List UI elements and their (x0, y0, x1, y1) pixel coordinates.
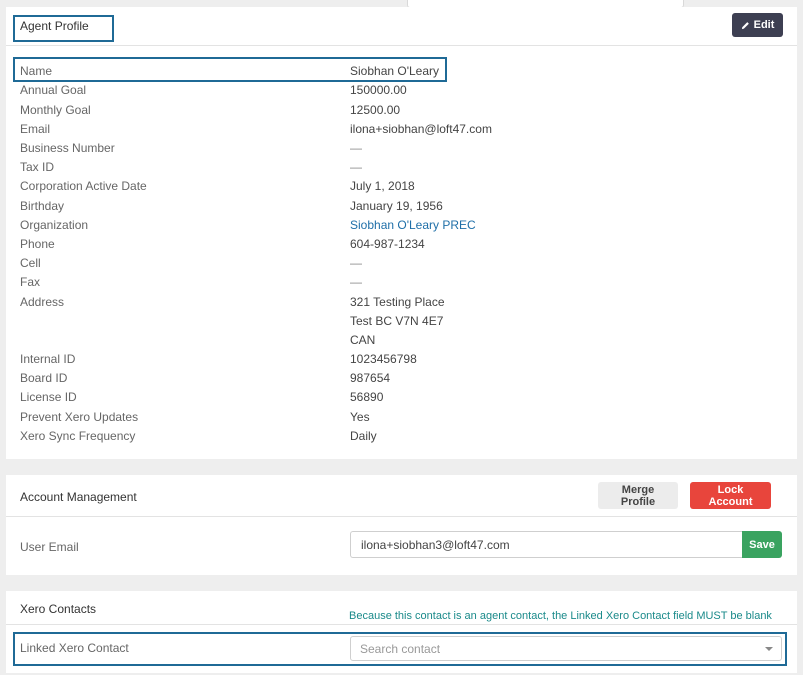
field-row-fax: Fax — (20, 275, 797, 294)
field-row-email: Email ilona+siobhan@loft47.com (20, 122, 797, 141)
field-label: Birthday (20, 199, 65, 213)
field-label: Fax (20, 275, 41, 289)
field-label: Internal ID (20, 352, 76, 366)
pencil-icon (741, 21, 749, 29)
address-line-1: 321 Testing Place (350, 295, 445, 309)
field-label: Corporation Active Date (20, 179, 147, 193)
field-row-phone: Phone 604-987-1234 (20, 237, 797, 256)
xero-contacts-card: Xero Contacts Because this contact is an… (6, 591, 797, 673)
xero-contacts-title: Xero Contacts (20, 602, 97, 616)
field-label: Business Number (20, 141, 115, 155)
field-label: Cell (20, 256, 41, 270)
merge-profile-button[interactable]: Merge Profile (598, 482, 678, 509)
field-value: 987654 (350, 371, 391, 385)
edit-button-label: Edit (753, 19, 775, 31)
field-row-xero-sync-frequency: Xero Sync Frequency Daily (20, 429, 797, 448)
field-value: July 1, 2018 (350, 179, 415, 193)
user-email-input[interactable] (350, 531, 742, 558)
field-label: Xero Sync Frequency (20, 429, 136, 443)
field-label: Email (20, 122, 51, 136)
field-label: Tax ID (20, 160, 55, 174)
divider (6, 624, 797, 625)
organization-link[interactable]: Siobhan O'Leary PREC (350, 218, 476, 232)
field-row-board-id: Board ID 987654 (20, 371, 797, 390)
field-label: Address (20, 295, 65, 309)
chevron-down-icon[interactable] (765, 647, 773, 651)
field-value: 150000.00 (350, 83, 407, 97)
field-row-birthday: Birthday January 19, 1956 (20, 199, 797, 218)
field-row-license-id: License ID 56890 (20, 390, 797, 409)
field-value: 12500.00 (350, 103, 401, 117)
field-value: January 19, 1956 (350, 199, 443, 213)
field-value: 56890 (350, 390, 384, 404)
field-label: Board ID (20, 371, 68, 385)
field-row-annual-goal: Annual Goal 150000.00 (20, 83, 797, 102)
address-line-3: CAN (350, 333, 376, 347)
lock-account-button[interactable]: Lock Account (690, 482, 771, 509)
field-label: License ID (20, 390, 77, 404)
field-label: Monthly Goal (20, 103, 91, 117)
divider (6, 516, 797, 517)
linked-contact-notice: Because this contact is an agent contact… (349, 610, 772, 622)
field-value: — (350, 141, 362, 155)
field-row-name: Name Siobhan O'Leary (20, 64, 797, 83)
search-contact-placeholder: Search contact (360, 642, 441, 656)
field-row-address: Address 321 Testing Place Test BC V7N 4E… (20, 295, 797, 353)
field-value: 1023456798 (350, 352, 417, 366)
field-label: Annual Goal (20, 83, 87, 97)
field-value: — (350, 275, 362, 289)
field-row-cell: Cell — (20, 256, 797, 275)
edit-button[interactable]: Edit (732, 13, 783, 37)
account-management-card: Account Management Merge Profile Lock Ac… (6, 475, 797, 575)
account-management-title: Account Management (20, 490, 137, 504)
field-row-organization: Organization Siobhan O'Leary PREC (20, 218, 797, 237)
field-value: Siobhan O'Leary (350, 64, 440, 78)
linked-xero-contact-select[interactable]: Search contact (350, 636, 782, 661)
field-row-tax-id: Tax ID — (20, 160, 797, 179)
field-value: — (350, 256, 362, 270)
field-row-corporation-active-date: Corporation Active Date July 1, 2018 (20, 179, 797, 198)
field-row-business-number: Business Number — (20, 141, 797, 160)
divider (6, 45, 797, 46)
field-value: 604-987-1234 (350, 237, 425, 251)
agent-profile-title: Agent Profile (20, 19, 89, 33)
field-label: Prevent Xero Updates (20, 410, 139, 424)
user-email-label: User Email (20, 540, 79, 554)
agent-profile-card: Agent Profile Edit Name Siobhan O'Leary … (6, 7, 797, 459)
field-value: — (350, 160, 362, 174)
field-value: ilona+siobhan@loft47.com (350, 122, 492, 136)
linked-xero-contact-label: Linked Xero Contact (20, 641, 129, 655)
field-row-internal-id: Internal ID 1023456798 (20, 352, 797, 371)
address-line-2: Test BC V7N 4E7 (350, 314, 444, 328)
field-row-prevent-xero-updates: Prevent Xero Updates Yes (20, 410, 797, 429)
field-value: Yes (350, 410, 370, 424)
field-label: Name (20, 64, 53, 78)
field-label: Organization (20, 218, 89, 232)
field-label: Phone (20, 237, 55, 251)
save-button[interactable]: Save (742, 531, 782, 558)
field-value: Daily (350, 429, 377, 443)
field-row-monthly-goal: Monthly Goal 12500.00 (20, 103, 797, 122)
